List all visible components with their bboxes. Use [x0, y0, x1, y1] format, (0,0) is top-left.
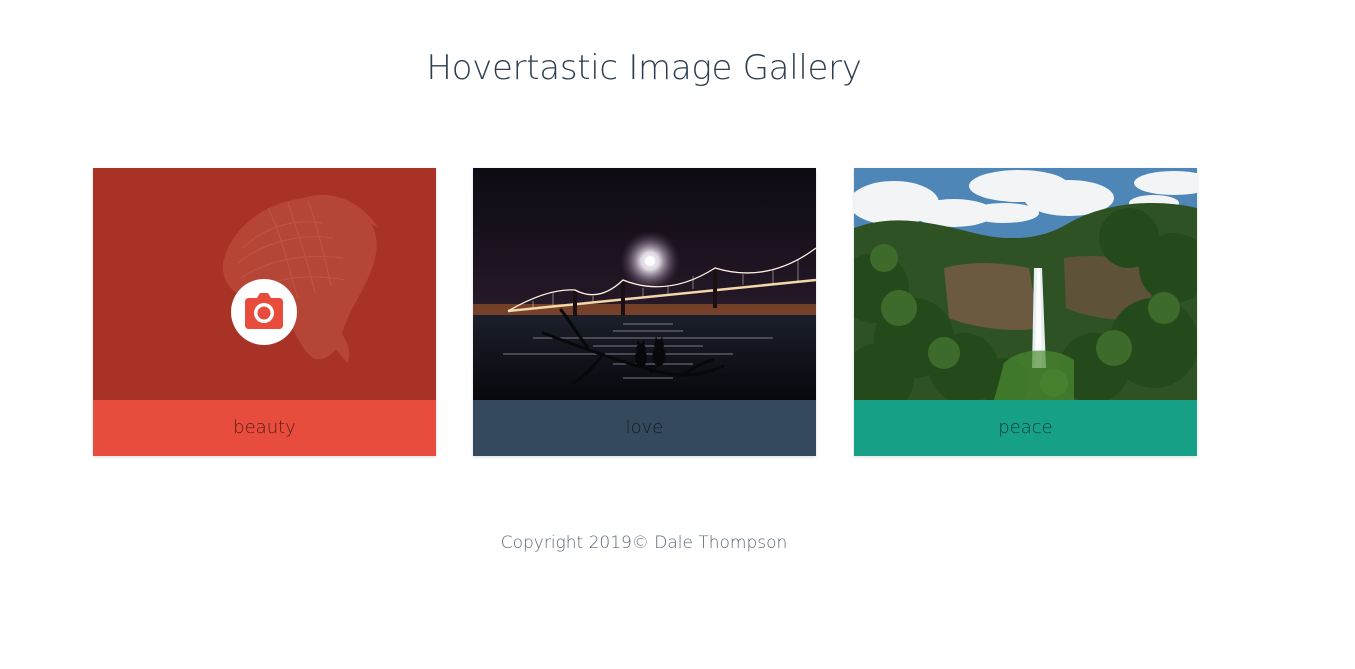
bridge-night-image [473, 168, 816, 400]
waterfall-forest-photo[interactable] [854, 168, 1197, 400]
gallery-card-beauty[interactable]: beauty [93, 168, 436, 456]
page-title: Hovertastic Image Gallery [426, 48, 862, 88]
betta-fish-photo[interactable] [93, 168, 436, 400]
card-caption-beauty: beauty [93, 400, 436, 456]
card-caption-peace: peace [854, 400, 1197, 456]
card-caption-love: love [473, 400, 816, 456]
image-gallery: beauty love peace [93, 168, 1197, 456]
camera-icon [245, 293, 283, 329]
waterfall-forest-image [854, 168, 1197, 400]
camera-button[interactable] [231, 279, 297, 345]
gallery-card-love[interactable]: love [473, 168, 816, 456]
hover-overlay [93, 168, 436, 400]
bridge-night-photo[interactable] [473, 168, 816, 400]
gallery-card-peace[interactable]: peace [854, 168, 1197, 456]
footer-copyright: Copyright 2019© Dale Thompson [500, 533, 788, 553]
